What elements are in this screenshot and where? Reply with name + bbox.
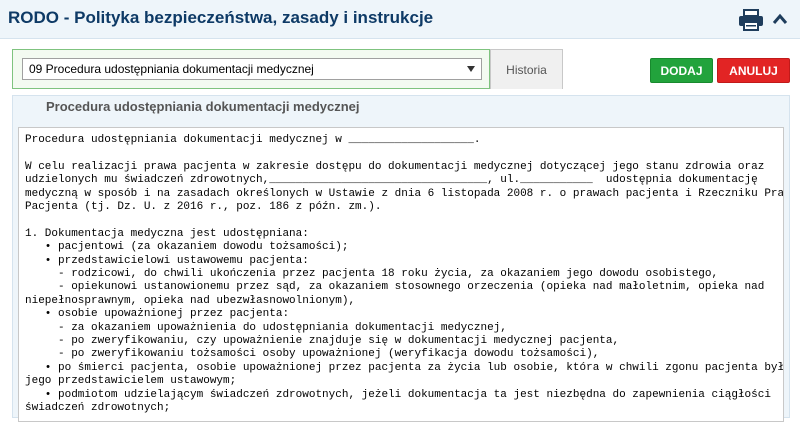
document-line: medyczną w sposób i na zasadach określon…: [25, 187, 784, 200]
document-line: • przedstawicielowi ustawowemu pacjenta:: [25, 254, 309, 267]
document-line: jego przedstawicielem ustawowym;: [25, 375, 237, 388]
document-line: Procedura udostępniania dokumentacji med…: [25, 134, 481, 146]
document-panel: Procedura udostępniania dokumentacji med…: [12, 95, 790, 422]
cancel-button[interactable]: ANULUJ: [717, 58, 790, 83]
document-line: • pacjentowi (za okazaniem dowodu tożsam…: [25, 241, 349, 254]
document-line: Pacjenta (tj. Dz. U. z 2016 r., poz. 186…: [25, 201, 382, 214]
document-line: - po zweryfikowaniu, czy upoważnienie zn…: [25, 335, 620, 348]
document-line: W celu realizacji prawa pacjenta w zakre…: [25, 160, 765, 173]
printer-icon[interactable]: [738, 9, 764, 31]
document-line: • osobie upoważnionej przez pacjenta:: [25, 308, 290, 321]
document-line: - opiekunowi ustanowionemu przez sąd, za…: [25, 281, 765, 294]
document-line: • podmiotom udzielającym świadczeń zdrow…: [25, 388, 771, 401]
document-line: • po śmierci pacjenta, osobie upoważnion…: [25, 361, 784, 374]
document-toolbar: 09 Procedura udostępniania dokumentacji …: [0, 39, 800, 95]
tab-history[interactable]: Historia: [490, 49, 563, 89]
panel-header: RODO - Polityka bezpieczeństwa, zasady i…: [0, 0, 800, 39]
document-select[interactable]: 09 Procedura udostępniania dokumentacji …: [22, 58, 482, 80]
document-line: - po zweryfikowaniu tożsamości osoby upo…: [25, 348, 600, 361]
document-line: - rodzicowi, do chwili ukończenia przez …: [25, 268, 719, 281]
document-line: 1. Dokumentacja medyczna jest udostępnia…: [25, 227, 309, 240]
document-line: niepełnosprawnym, opieka nad ubezwłasnow…: [25, 294, 356, 307]
document-line: - za okazaniem upoważnienia do udostępni…: [25, 321, 507, 334]
selected-document-label: 09 Procedura udostępniania dokumentacji …: [29, 62, 314, 76]
chevron-up-icon[interactable]: [772, 12, 788, 26]
page-title: RODO - Polityka bezpieczeństwa, zasady i…: [8, 8, 434, 27]
document-editor[interactable]: Procedura udostępniania dokumentacji med…: [18, 127, 784, 422]
document-select-container: 09 Procedura udostępniania dokumentacji …: [12, 49, 490, 89]
add-button[interactable]: DODAJ: [650, 58, 713, 83]
document-line: świadczeń zdrowotnych;: [25, 402, 171, 415]
document-line: udzielonych mu świadczeń zdrowotnych,___…: [25, 174, 758, 187]
chevron-down-icon: [467, 66, 475, 72]
document-body: Procedura udostępniania dokumentacji med…: [25, 134, 784, 416]
document-heading: Procedura udostępniania dokumentacji med…: [46, 99, 360, 114]
